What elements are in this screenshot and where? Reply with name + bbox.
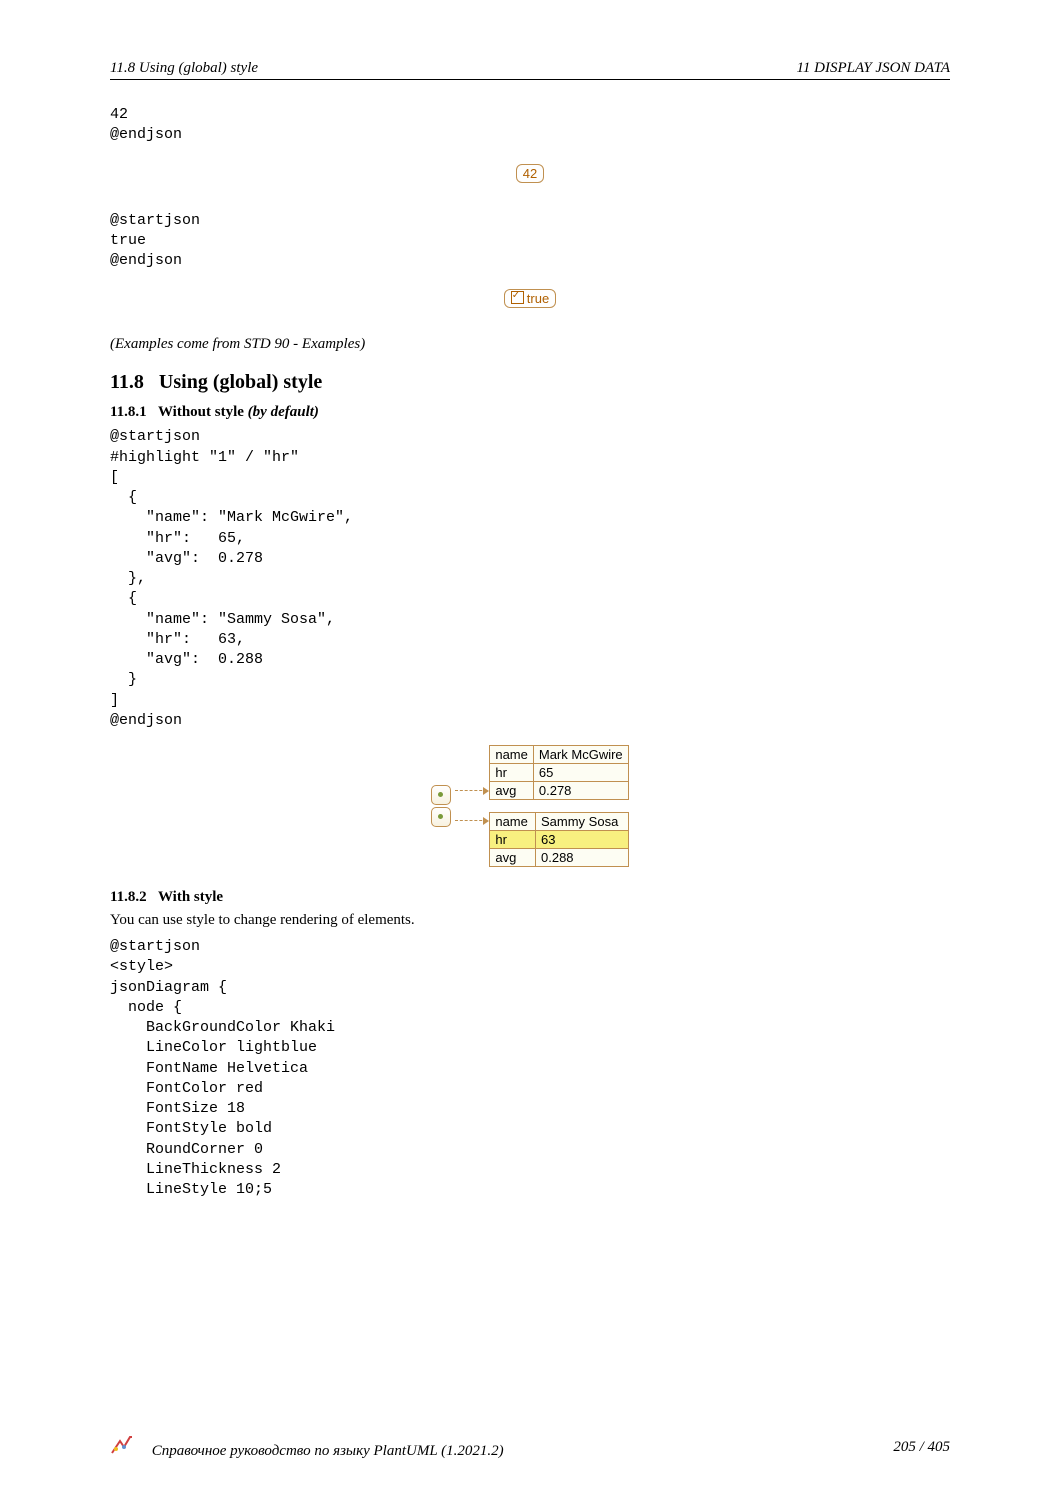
subsection-number: 11.8.2 (110, 889, 147, 905)
json-diagram-default: nameMark McGwire hr65 avg0.278 nameSammy… (110, 745, 950, 867)
cell-value: Sammy Sosa (536, 813, 629, 831)
table-row: avg0.288 (490, 849, 628, 867)
code-block-11-8-2: @startjson <style> jsonDiagram { node { … (110, 937, 950, 1200)
output-box-42-wrap: 42 (110, 154, 950, 193)
subsection-title: Without style (158, 404, 244, 420)
subsection-number: 11.8.1 (110, 404, 147, 420)
output-box-true-wrap: true (110, 279, 950, 318)
json-table-0: nameMark McGwire hr65 avg0.278 (489, 745, 628, 800)
section-11-8: 11.8 Using (global) style (110, 371, 950, 394)
page-footer: Справочное руководство по языку PlantUML… (110, 1435, 950, 1460)
footer-left: Справочное руководство по языку PlantUML… (110, 1435, 504, 1460)
code-block-top-b: @startjson true @endjson (110, 211, 950, 272)
cell-value: 0.278 (533, 782, 628, 800)
section-number: 11.8 (110, 371, 144, 393)
subsection-suffix: (by default) (248, 404, 319, 420)
table-row: hr65 (490, 764, 628, 782)
cell-value-highlight: 63 (536, 831, 629, 849)
header-left: 11.8 Using (global) style (110, 60, 258, 77)
section-11-8-1: 11.8.1 Without style (by default) (110, 404, 950, 421)
cell-key: name (490, 746, 534, 764)
output-box-42: 42 (516, 164, 544, 183)
cell-key-highlight: hr (490, 831, 536, 849)
json-table-1: nameSammy Sosa hr63 avg0.288 (489, 812, 628, 867)
code-block-11-8-1: @startjson #highlight "1" / "hr" [ { "na… (110, 427, 950, 731)
root-dot-1 (431, 807, 451, 827)
page-header: 11.8 Using (global) style 11 DISPLAY JSO… (110, 60, 950, 80)
section-title: Using (global) style (159, 371, 322, 393)
checkbox-icon (511, 291, 524, 304)
table-row: nameSammy Sosa (490, 813, 628, 831)
page: 11.8 Using (global) style 11 DISPLAY JSO… (0, 0, 1060, 1500)
plantuml-logo-icon (110, 1435, 138, 1455)
root-dot-0 (431, 785, 451, 805)
with-style-text: You can use style to change rendering of… (110, 912, 950, 929)
table-row: hr63 (490, 831, 628, 849)
code-block-top-a: 42 @endjson (110, 105, 950, 146)
cell-key: avg (490, 849, 536, 867)
true-label: true (527, 291, 549, 306)
footer-title: Справочное руководство по языку PlantUML… (152, 1443, 504, 1459)
footer-page: 205 / 405 (893, 1439, 950, 1456)
arrow-0 (455, 790, 487, 792)
subsection-title: With style (158, 889, 223, 905)
cell-value: 65 (533, 764, 628, 782)
arrows (455, 790, 487, 822)
section-11-8-2: 11.8.2 With style (110, 889, 950, 906)
cell-value: Mark McGwire (533, 746, 628, 764)
header-right: 11 DISPLAY JSON DATA (797, 60, 950, 77)
diagram-inner: nameMark McGwire hr65 avg0.278 nameSammy… (431, 745, 628, 867)
tables-column: nameMark McGwire hr65 avg0.278 nameSammy… (489, 745, 628, 867)
root-nodes (431, 785, 451, 827)
arrow-1 (455, 820, 487, 822)
table-row: avg0.278 (490, 782, 628, 800)
cell-key: avg (490, 782, 534, 800)
examples-note: (Examples come from STD 90 - Examples) (110, 336, 950, 353)
cell-value: 0.288 (536, 849, 629, 867)
output-box-true: true (504, 289, 556, 308)
cell-key: hr (490, 764, 534, 782)
cell-key: name (490, 813, 536, 831)
table-row: nameMark McGwire (490, 746, 628, 764)
